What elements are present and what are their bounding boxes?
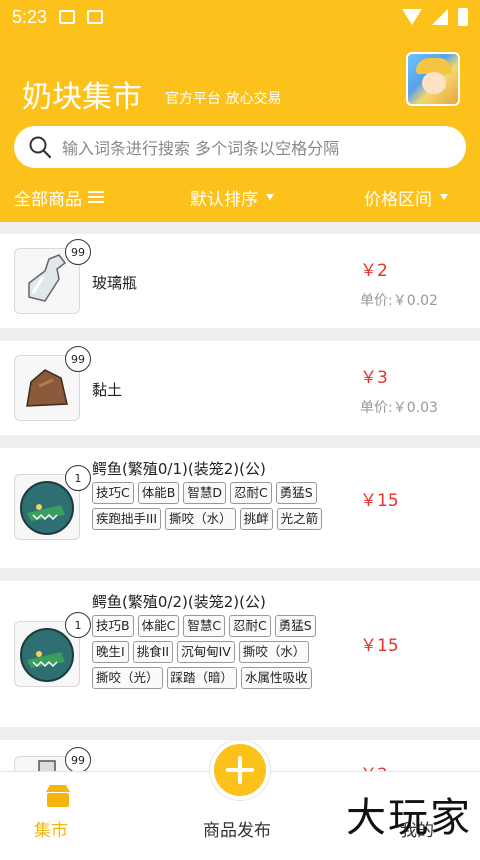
filter-price-range[interactable]: 价格区间 (364, 185, 448, 210)
list-item[interactable]: 1 鳄鱼(繁殖0/2)(装笼2)(公) 技巧B 体能C 智慧C 忍耐C 勇猛S … (0, 581, 480, 727)
item-tag: 疾跑拙手III (92, 508, 162, 530)
item-tag: 水属性吸收 (241, 667, 312, 689)
signal-icon (432, 9, 448, 25)
avatar[interactable] (406, 52, 460, 106)
item-tag: 技巧B (92, 615, 134, 637)
item-tag: 光之箭 (276, 508, 323, 530)
item-tags: 技巧B 体能C 智慧C 忍耐C 勇猛S 晚生I 挑食II 沉甸甸IV 撕咬（水）… (92, 615, 342, 689)
list-item[interactable]: 99 玻璃瓶 ￥2 单价:￥0.02 (0, 234, 480, 328)
filter-price-label: 价格区间 (364, 189, 432, 210)
search-input[interactable]: 输入词条进行搜索 多个词条以空格分隔 (14, 126, 466, 168)
item-thumbnail: 99 (14, 346, 91, 421)
watermark: 大玩家 (346, 795, 472, 841)
bottom-tab-bar: 集市 商品发布 我的 大玩家 (0, 740, 480, 853)
quantity-badge: 99 (65, 239, 91, 265)
item-name: 鳄鱼(繁殖0/1)(装笼2)(公) (92, 460, 266, 478)
item-thumbnail: 99 (14, 239, 91, 314)
item-tag: 忍耐C (229, 615, 271, 637)
item-tag: 勇猛S (274, 615, 316, 637)
caret-down-icon (440, 194, 448, 200)
filter-bar: 全部商品 默认排序 价格区间 (0, 182, 480, 212)
list-item[interactable]: 99 黏土 ￥3 单价:￥0.03 (0, 341, 480, 435)
filter-sort-label: 默认排序 (190, 189, 258, 210)
item-tag: 忍耐C (229, 482, 272, 504)
quantity-badge: 1 (65, 465, 91, 491)
tab-market[interactable]: 集市 (34, 816, 68, 841)
item-unit-price: 单价:￥0.02 (360, 293, 438, 309)
tab-publish[interactable]: 商品发布 (203, 816, 271, 841)
item-tag: 体能B (137, 482, 180, 504)
wifi-icon (402, 9, 422, 25)
search-placeholder: 输入词条进行搜索 多个词条以空格分隔 (62, 139, 340, 158)
list-icon (88, 190, 104, 204)
status-time: 5:23 (12, 6, 48, 27)
battery-icon (458, 8, 468, 26)
item-tag: 撕咬（水） (165, 508, 236, 530)
item-price: ￥2 (360, 261, 388, 281)
item-name: 黏土 (92, 381, 123, 399)
shop-icon (46, 785, 70, 807)
market-header: 奶块集市 官方平台 放心交易 输入词条进行搜索 多个词条以空格分隔 全部商品 默… (0, 34, 480, 222)
item-tags: 技巧C 体能B 智慧D 忍耐C 勇猛S 疾跑拙手III 撕咬（水） 挑衅 光之箭 (92, 482, 342, 530)
item-name: 玻璃瓶 (92, 274, 138, 292)
item-price: ￥3 (360, 368, 388, 388)
item-tag: 撕咬（光） (92, 667, 163, 689)
filter-all-goods[interactable]: 全部商品 (14, 185, 104, 210)
item-tag: 体能C (137, 615, 180, 637)
quantity-badge: 99 (65, 747, 91, 773)
item-tag: 勇猛S (275, 482, 317, 504)
item-tag: 挑食II (132, 641, 174, 663)
publish-button[interactable] (210, 740, 270, 800)
plus-icon (226, 756, 254, 784)
gallery-icon (59, 10, 76, 24)
quantity-badge: 99 (65, 346, 91, 372)
item-tag: 踩踏（暗） (166, 667, 238, 689)
quantity-badge: 1 (65, 612, 91, 638)
filter-sort[interactable]: 默认排序 (190, 185, 274, 210)
status-bar: 5:23 (0, 0, 480, 34)
search-icon (29, 136, 52, 159)
avatar-face (422, 72, 446, 94)
item-price: ￥15 (360, 491, 399, 511)
item-tag: 智慧D (183, 482, 226, 504)
brand-title: 奶块集市 (22, 80, 142, 115)
item-unit-price: 单价:￥0.03 (360, 400, 438, 416)
item-thumbnail: 1 (14, 612, 91, 687)
filter-all-label: 全部商品 (14, 189, 82, 210)
item-thumbnail: 1 (14, 465, 91, 540)
item-tag: 技巧C (92, 482, 134, 504)
item-tag: 挑衅 (239, 508, 273, 530)
item-tag: 晚生I (92, 641, 129, 663)
item-tag: 沉甸甸IV (177, 641, 235, 663)
brand-slogan: 官方平台 放心交易 (165, 91, 282, 107)
list-item[interactable]: 1 鳄鱼(繁殖0/1)(装笼2)(公) 技巧C 体能B 智慧D 忍耐C 勇猛S … (0, 448, 480, 568)
caret-down-icon (266, 194, 274, 200)
item-name: 鳄鱼(繁殖0/2)(装笼2)(公) (92, 593, 266, 611)
item-tag: 撕咬（水） (238, 641, 310, 663)
item-tag: 智慧C (183, 615, 226, 637)
notification-icon (87, 10, 104, 24)
item-price: ￥15 (360, 636, 399, 656)
